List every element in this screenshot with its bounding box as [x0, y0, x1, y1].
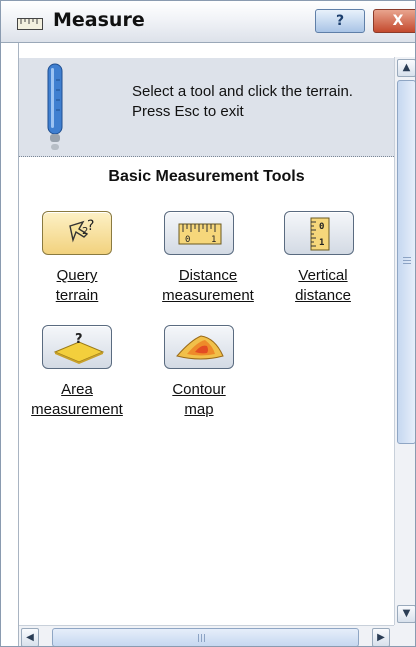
area-measurement-label[interactable]: Area measurement — [12, 380, 142, 420]
close-button[interactable]: X — [373, 9, 415, 33]
thumb-grip — [204, 634, 205, 642]
info-text: Select a tool and click the terrain. Pre… — [132, 82, 397, 122]
scroll-left-button[interactable]: ◀ — [21, 628, 39, 646]
ruler-one: 1 — [211, 235, 216, 245]
vertical-scroll-thumb[interactable] — [397, 80, 415, 444]
distance-label-line2: measurement — [162, 287, 254, 304]
section-title: Basic Measurement Tools — [108, 168, 305, 185]
horizontal-scroll-thumb[interactable] — [52, 628, 359, 646]
help-button[interactable]: ? — [315, 9, 365, 33]
thumb-grip — [198, 634, 199, 642]
area-label-line2: measurement — [31, 401, 123, 418]
query-terrain-label-line2: terrain — [55, 287, 99, 304]
vertical-distance-label[interactable]: Vertical distance — [258, 266, 388, 306]
ruler-zero: 0 — [185, 235, 190, 245]
title-bar[interactable]: Measure ? X — [1, 1, 415, 43]
thermometer-icon — [44, 62, 66, 158]
thumb-grip — [201, 634, 202, 642]
vertical-label-line2: distance — [295, 287, 351, 304]
distance-label-line1: Distance — [178, 267, 238, 284]
contour-map-label[interactable]: Contour map — [134, 380, 264, 420]
measure-window: Measure ? X Select a tool and click the … — [0, 0, 416, 647]
vertical-scrollbar[interactable]: ▲ ▼ — [394, 57, 415, 625]
horizontal-scrollbar[interactable]: ◀ ▶ — [19, 625, 394, 646]
scrollbar-corner — [394, 625, 415, 646]
info-panel: Select a tool and click the terrain. Pre… — [19, 58, 394, 157]
vertical-distance-button[interactable]: 0 1 — [284, 211, 354, 255]
area-question: ? — [75, 332, 83, 347]
svg-text:2: 2 — [82, 226, 88, 237]
window-title: Measure — [53, 9, 145, 31]
contour-map-button[interactable] — [164, 325, 234, 369]
info-line-2: Press Esc to exit — [132, 103, 244, 120]
area-measurement-button[interactable]: ? — [42, 325, 112, 369]
scroll-up-button[interactable]: ▲ — [397, 59, 415, 77]
info-line-1: Select a tool and click the terrain. — [132, 83, 353, 100]
thumb-grip — [403, 263, 411, 264]
ruler-icon — [17, 15, 43, 34]
distance-measurement-button[interactable]: 0 1 — [164, 211, 234, 255]
vruler-zero: 0 — [319, 222, 324, 232]
contour-label-line2: map — [184, 401, 214, 418]
query-terrain-label-line1: Query — [56, 267, 98, 284]
scroll-right-button[interactable]: ▶ — [372, 628, 390, 646]
query-terrain-button[interactable]: ? 2 — [42, 211, 112, 255]
distance-measurement-label[interactable]: Distance measurement — [143, 266, 273, 306]
contour-label-line1: Contour — [172, 381, 226, 398]
area-label-line1: Area — [61, 381, 93, 398]
query-terrain-label[interactable]: Query terrain — [12, 266, 142, 306]
scroll-down-button[interactable]: ▼ — [397, 605, 415, 623]
thumb-grip — [403, 257, 411, 258]
panel-left-border — [1, 43, 19, 646]
thumb-grip — [403, 260, 411, 261]
vertical-label-line1: Vertical — [298, 267, 348, 284]
vruler-one: 1 — [319, 238, 324, 248]
